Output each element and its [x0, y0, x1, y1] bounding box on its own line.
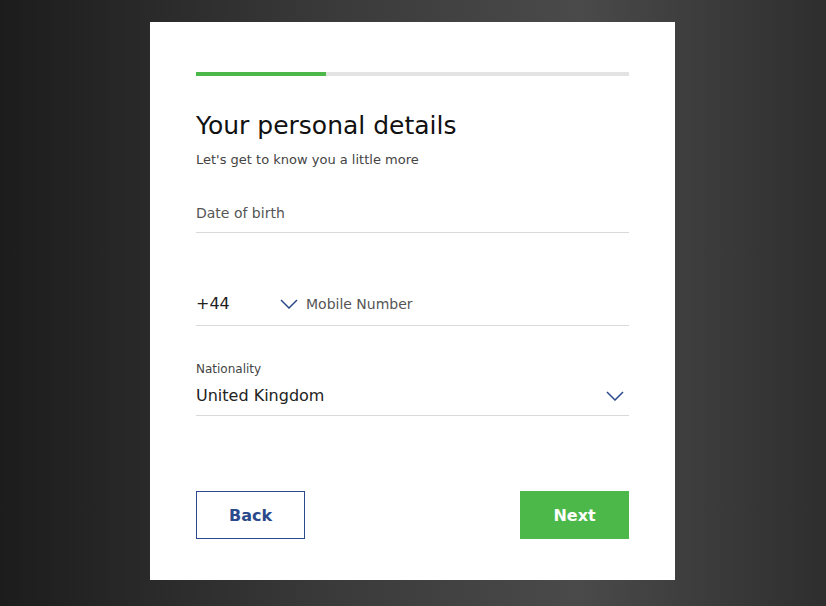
date-of-birth-field[interactable]: Date of birth: [196, 203, 629, 233]
field-value: United Kingdom: [196, 386, 324, 406]
field-placeholder: Date of birth: [196, 205, 285, 221]
chevron-down-icon: [280, 299, 298, 309]
page: Your personal details Let's get to know …: [0, 0, 826, 606]
signup-card: Your personal details Let's get to know …: [150, 22, 675, 580]
phone-field: +44 Mobile Number: [196, 294, 629, 326]
mobile-number-input[interactable]: Mobile Number: [306, 294, 629, 314]
chevron-down-icon: [606, 391, 624, 401]
subtitle: Let's get to know you a little more: [196, 150, 629, 170]
progress-bar: [196, 72, 629, 76]
country-code: +44: [196, 294, 230, 314]
field-placeholder: Mobile Number: [306, 296, 413, 312]
progress-fill: [196, 72, 326, 76]
actions: Back Next: [196, 491, 629, 539]
secondary-button[interactable]: Back: [196, 491, 305, 539]
field-label: Nationality: [196, 362, 629, 376]
primary-button[interactable]: Next: [520, 491, 629, 539]
title: Your personal details: [196, 110, 629, 142]
country-code-select[interactable]: +44: [196, 294, 298, 314]
nationality-select[interactable]: Nationality United Kingdom: [196, 362, 629, 416]
